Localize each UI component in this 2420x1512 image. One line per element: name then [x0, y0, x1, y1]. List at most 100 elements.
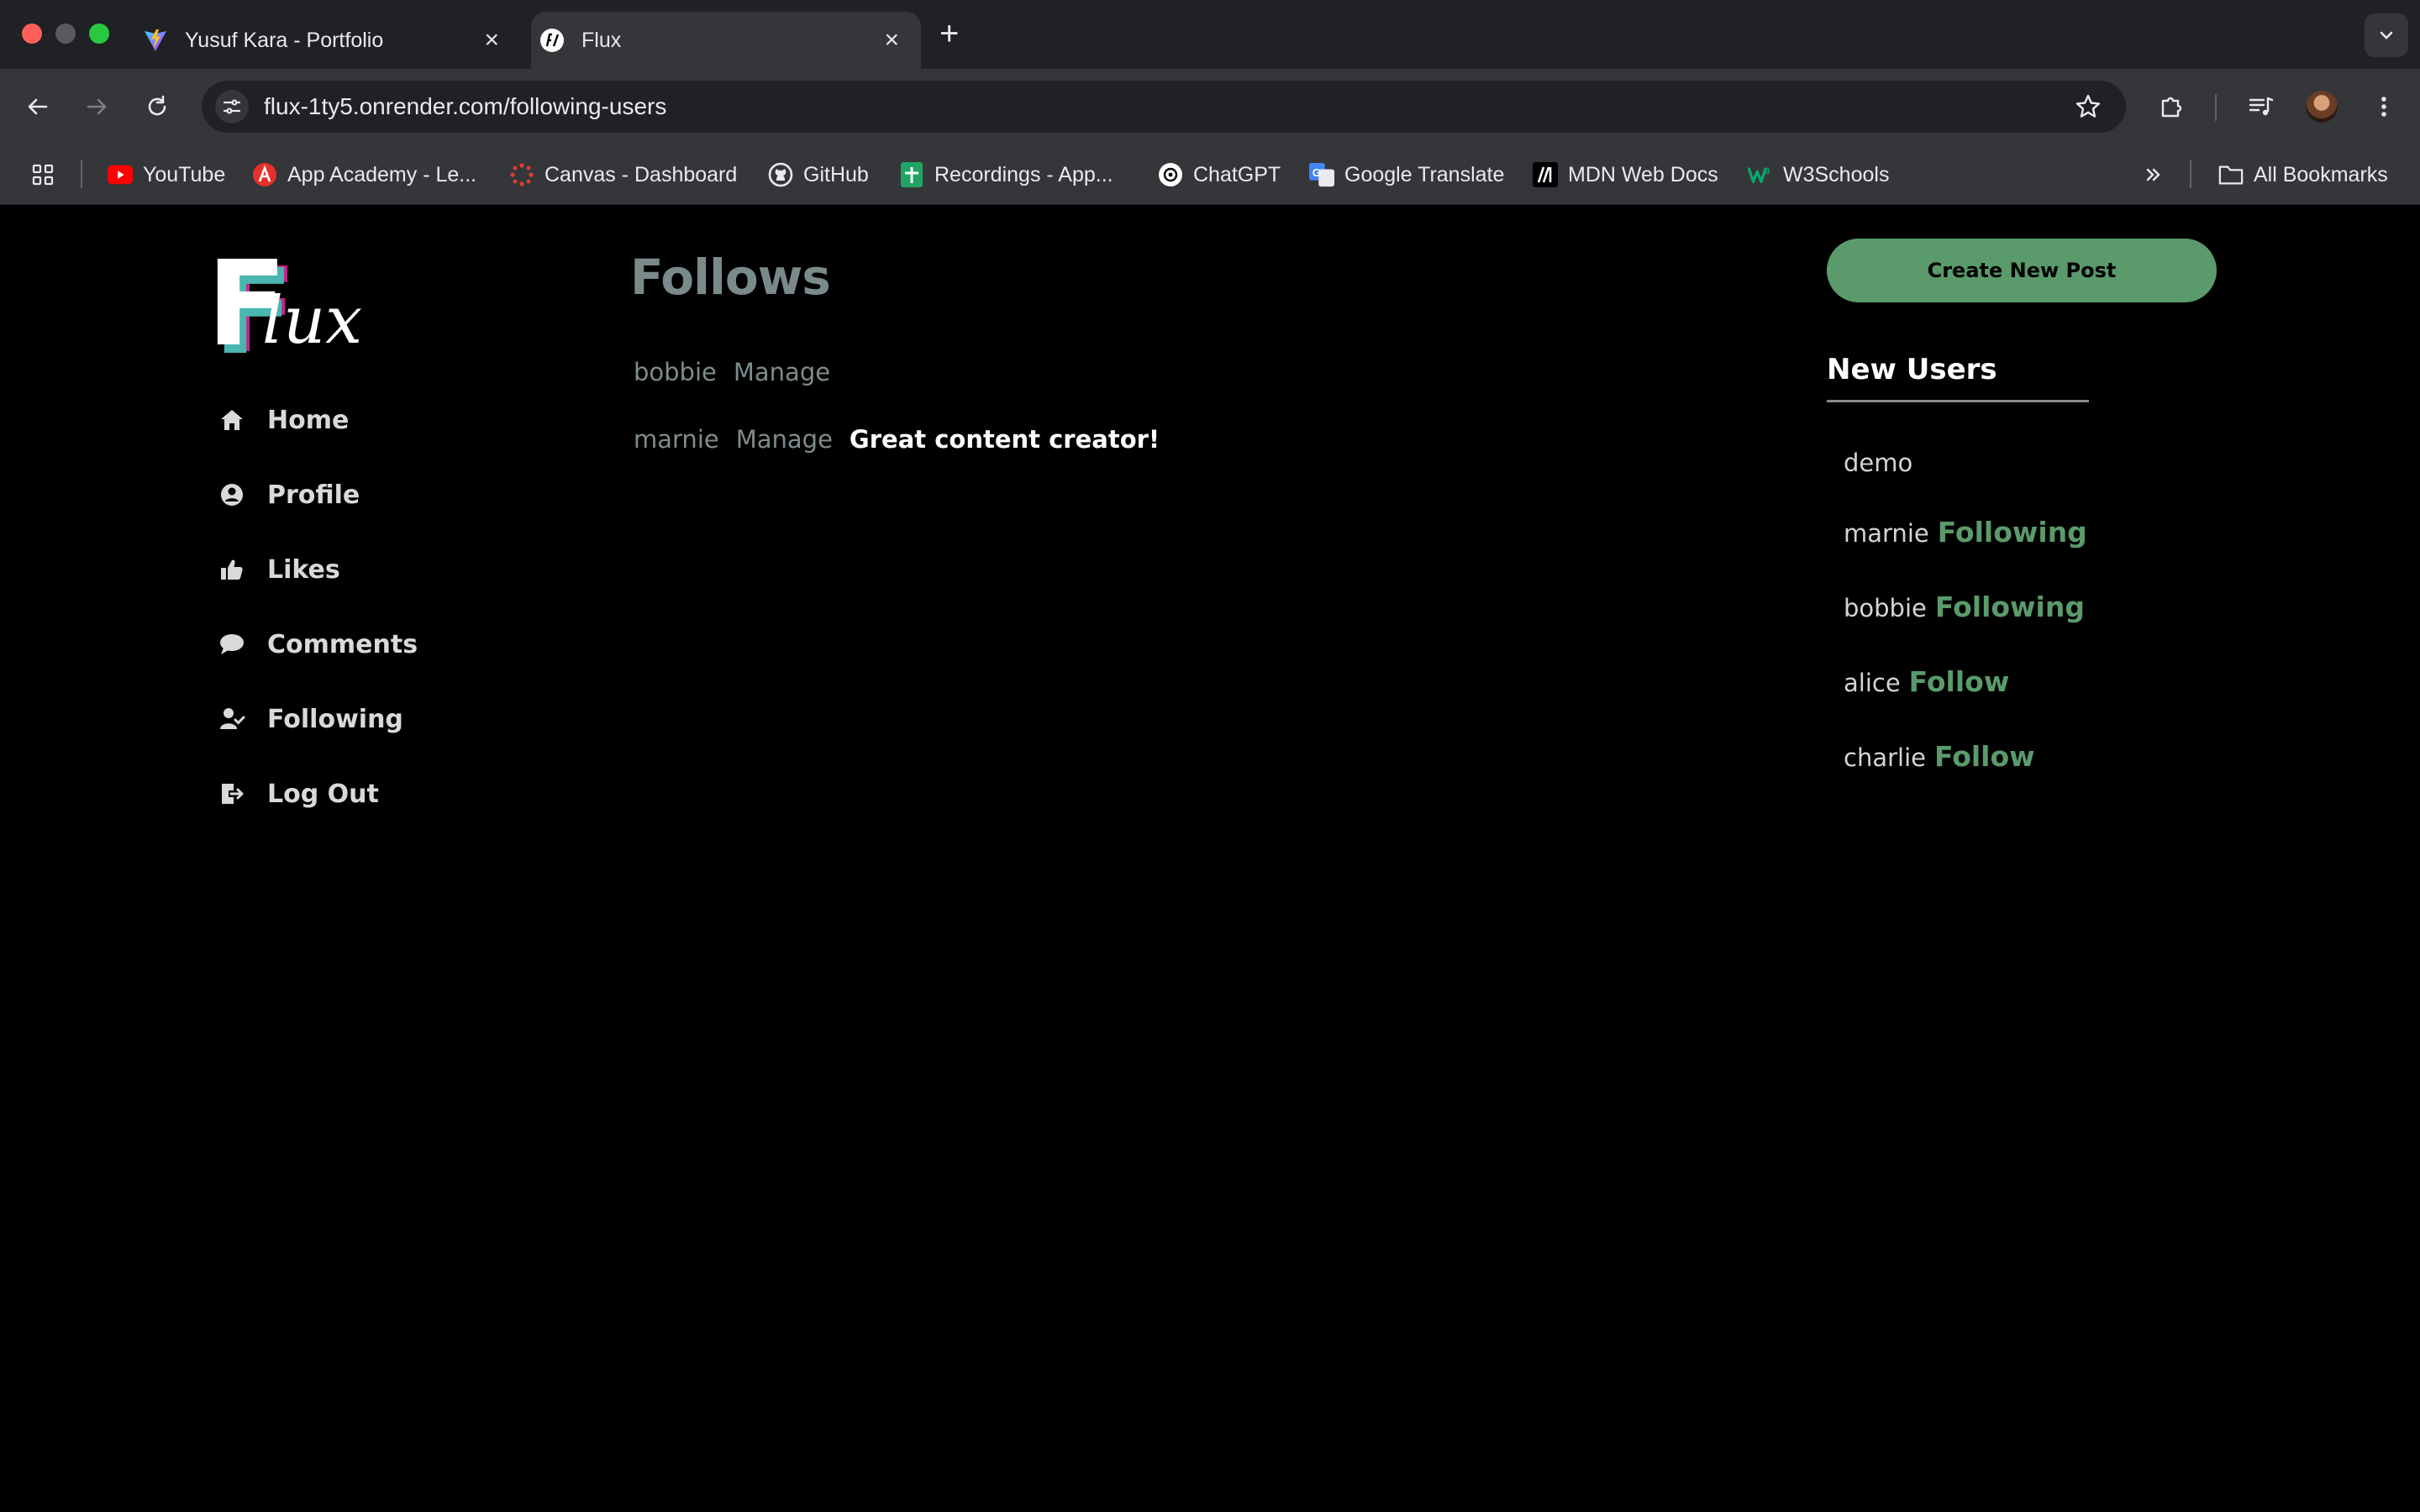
svg-text:3: 3 — [1765, 167, 1770, 176]
follow-list-item: bobbie Manage — [634, 358, 830, 386]
bookmark-w3schools[interactable]: 3 W3Schools — [1748, 159, 1889, 191]
new-tab-button[interactable]: + — [939, 15, 959, 52]
manage-follow-link[interactable]: Manage — [734, 358, 830, 386]
tab-title: Flux — [581, 28, 622, 52]
profile-avatar[interactable] — [2306, 91, 2338, 123]
new-user-name[interactable]: bobbie — [1844, 594, 1927, 622]
app-academy-icon — [252, 162, 277, 187]
reload-button[interactable] — [138, 87, 176, 126]
new-users-heading: New Users — [1827, 353, 1997, 386]
new-user-name[interactable]: charlie — [1844, 743, 1926, 772]
sheets-icon — [899, 162, 924, 187]
site-settings-icon[interactable] — [215, 90, 249, 123]
canvas-icon — [509, 162, 534, 187]
chevron-down-icon — [2380, 31, 2393, 39]
bookmark-canvas[interactable]: Canvas - Dashboard — [509, 159, 737, 191]
follow-button[interactable]: Follow — [1934, 740, 2035, 773]
back-button[interactable] — [18, 87, 57, 126]
tab-title: Yusuf Kara - Portfolio — [185, 28, 384, 52]
bookmark-label: YouTube — [143, 162, 226, 186]
url-text[interactable]: flux-1ty5.onrender.com/following-users — [264, 93, 666, 120]
puzzle-icon — [2161, 97, 2182, 118]
browser-toolbar: flux-1ty5.onrender.com/following-users — [0, 69, 2420, 144]
apps-grid-icon — [30, 162, 55, 187]
bookmark-label: Google Translate — [1344, 162, 1505, 186]
new-user-item: alice Follow — [1844, 665, 2009, 698]
bookmark-app-academy[interactable]: App Academy - Le... — [252, 159, 476, 191]
more-bookmarks-button[interactable] — [2141, 159, 2166, 191]
nav-comments[interactable]: Comments — [217, 621, 418, 668]
tab-search-button[interactable] — [2365, 13, 2408, 57]
w3schools-icon: 3 — [1748, 162, 1773, 187]
nav-likes[interactable]: Likes — [217, 546, 340, 593]
new-user-name[interactable]: marnie — [1844, 519, 1929, 548]
nav-logout[interactable]: Log Out — [217, 770, 379, 817]
forward-button[interactable] — [77, 87, 116, 126]
thumbs-up-icon — [217, 554, 247, 585]
nav-profile[interactable]: Profile — [217, 471, 360, 518]
close-icon[interactable]: × — [884, 28, 899, 53]
bookmark-recordings[interactable]: Recordings - App... — [899, 159, 1113, 191]
nav-label: Log Out — [267, 779, 379, 809]
follow-button[interactable]: Follow — [1909, 665, 2010, 698]
folder-icon — [2218, 162, 2244, 187]
more-vert-icon — [2381, 97, 2386, 117]
youtube-icon — [108, 162, 133, 187]
following-button[interactable]: Following — [1935, 591, 2085, 623]
following-button[interactable]: Following — [1938, 516, 2087, 549]
bookmark-star-icon[interactable] — [2074, 92, 2102, 125]
bookmark-label: MDN Web Docs — [1568, 162, 1718, 186]
bookmarks-bar: YouTube App Academy - Le... Canvas - Das… — [0, 144, 2420, 205]
bookmark-chatgpt[interactable]: ChatGPT — [1158, 159, 1281, 191]
nav-label: Following — [267, 704, 403, 734]
all-bookmarks-button[interactable]: All Bookmarks — [2218, 159, 2388, 191]
browser-tab-flux[interactable]: Flux × — [531, 12, 921, 69]
window-maximize-button[interactable] — [89, 24, 109, 44]
close-icon[interactable]: × — [484, 28, 499, 53]
new-user-item: bobbie Following — [1844, 591, 2085, 623]
new-user-item: marnie Following — [1844, 516, 2087, 549]
apps-button[interactable] — [30, 159, 55, 191]
follow-username-link[interactable]: bobbie — [634, 358, 717, 386]
extensions-button[interactable] — [2153, 87, 2191, 126]
manage-follow-link[interactable]: Manage — [736, 425, 833, 454]
vite-icon — [143, 28, 168, 53]
nav-label: Home — [267, 405, 350, 435]
mdn-icon — [1533, 162, 1558, 187]
logout-icon — [217, 779, 247, 809]
playlist-music-icon — [2249, 97, 2274, 116]
nav-label: Profile — [267, 480, 360, 510]
bookmark-mdn[interactable]: MDN Web Docs — [1533, 159, 1718, 191]
browser-menu-button[interactable] — [2365, 87, 2403, 126]
address-bar[interactable]: flux-1ty5.onrender.com/following-users — [202, 81, 2126, 133]
bookmark-google-translate[interactable]: G Google Translate — [1309, 159, 1504, 191]
window-minimize-button[interactable] — [55, 24, 76, 44]
media-control-button[interactable] — [2242, 87, 2281, 126]
logo-wordmark: lux — [262, 283, 362, 359]
browser-tab-portfolio[interactable]: Yusuf Kara - Portfolio × — [134, 12, 521, 69]
window-close-button[interactable] — [22, 24, 42, 44]
nav-label: Comments — [267, 629, 418, 659]
bookmark-github[interactable]: GitHub — [768, 159, 869, 191]
bookmark-label: ChatGPT — [1193, 162, 1281, 186]
new-users-divider — [1827, 400, 2089, 402]
new-user-name[interactable]: alice — [1844, 669, 1901, 697]
svg-text:G: G — [1313, 166, 1321, 179]
comment-icon — [217, 629, 247, 659]
bookmark-youtube[interactable]: YouTube — [108, 159, 225, 191]
chatgpt-icon — [1158, 162, 1183, 187]
new-user-name[interactable]: demo — [1844, 449, 1912, 477]
create-new-post-button[interactable]: Create New Post — [1827, 239, 2217, 302]
nav-home[interactable]: Home — [217, 396, 349, 444]
nav-following[interactable]: Following — [217, 696, 403, 743]
new-user-item: charlie Follow — [1844, 740, 2035, 773]
nav-label: Likes — [267, 554, 340, 585]
home-icon — [217, 405, 247, 435]
bookmark-label: Recordings - App... — [934, 162, 1113, 186]
follow-username-link[interactable]: marnie — [634, 425, 719, 454]
profile-icon — [217, 480, 247, 510]
bookmark-label: Canvas - Dashboard — [544, 162, 738, 186]
reload-icon — [148, 95, 166, 116]
flux-logo[interactable]: F F F lux — [205, 236, 373, 381]
github-icon — [768, 162, 793, 187]
